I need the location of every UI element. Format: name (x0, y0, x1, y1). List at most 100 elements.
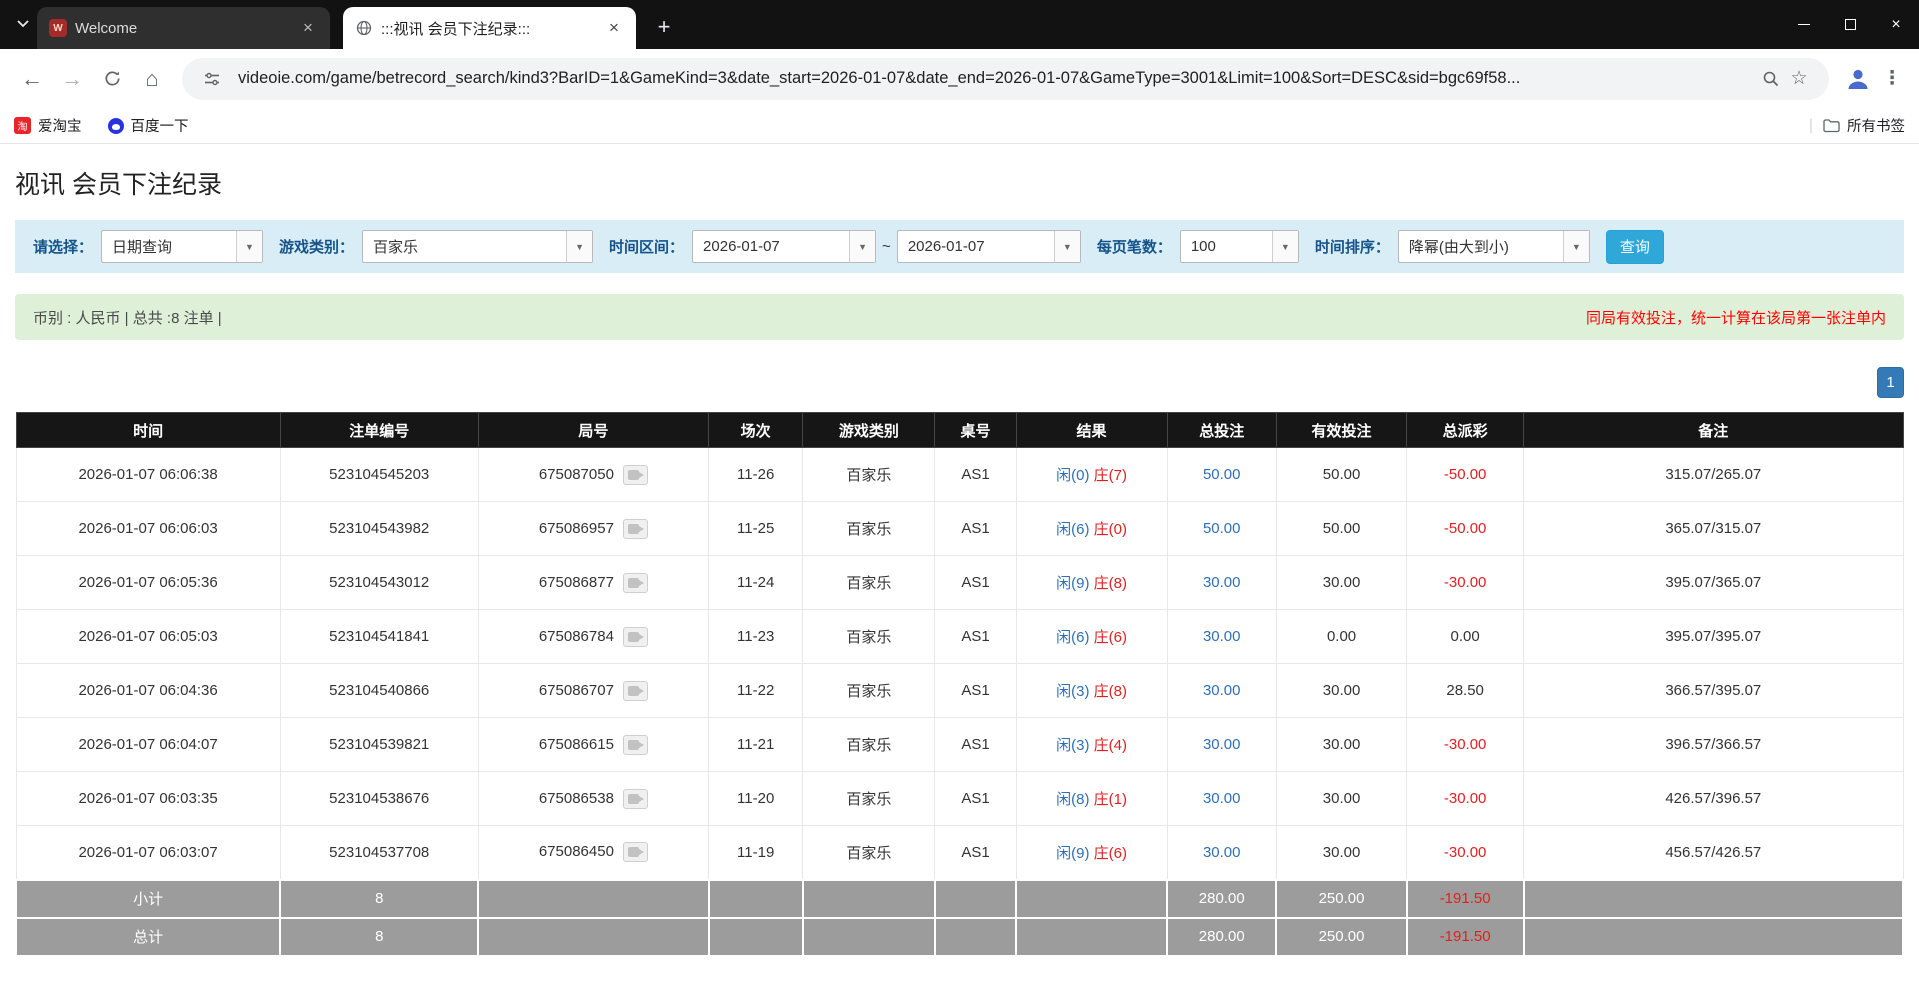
tab-close-icon[interactable]: × (298, 18, 318, 38)
cell-bet-id: 523104539821 (280, 718, 478, 772)
page-1-button[interactable]: 1 (1877, 367, 1904, 398)
video-replay-icon[interactable] (623, 465, 648, 485)
cell-remark: 366.57/395.07 (1524, 664, 1903, 718)
cell-bet-id: 523104538676 (280, 772, 478, 826)
bookmark-aitaobao[interactable]: 淘 爱淘宝 (14, 115, 82, 136)
video-replay-icon[interactable] (623, 842, 648, 862)
cell-payout: -50.00 (1407, 448, 1524, 502)
refresh-button[interactable] (92, 59, 132, 99)
tab-welcome[interactable]: W Welcome × (37, 7, 330, 49)
zoom-icon[interactable] (1757, 70, 1785, 88)
site-info-icon[interactable] (198, 70, 226, 88)
search-button[interactable]: 查询 (1606, 230, 1664, 264)
currency-total-text: 币别 : 人民币 | 总共 :8 注单 | (33, 307, 222, 328)
chevron-down-icon[interactable]: ▼ (849, 231, 875, 262)
profile-avatar-icon[interactable] (1839, 60, 1877, 98)
video-replay-icon[interactable] (623, 627, 648, 647)
browser-menu-icon[interactable]: ⋮ (1877, 67, 1907, 90)
video-replay-icon[interactable] (623, 789, 648, 809)
video-replay-icon[interactable] (623, 519, 648, 539)
cell-total-bet: 30.00 (1167, 772, 1276, 826)
cell-total-bet: 30.00 (1167, 664, 1276, 718)
maximize-button[interactable] (1827, 0, 1873, 49)
filter-bar: 请选择： 日期查询 ▼ 游戏类别： 百家乐 ▼ 时间区间： 2026-01-07… (15, 220, 1904, 273)
new-tab-button[interactable]: + (650, 13, 678, 41)
column-header: 总派彩 (1407, 413, 1524, 448)
column-header: 桌号 (935, 413, 1016, 448)
column-header: 注单编号 (280, 413, 478, 448)
cell-summary-total-bet: 280.00 (1167, 880, 1276, 918)
chevron-down-icon[interactable]: ▼ (1054, 231, 1080, 262)
url-bar[interactable]: videoie.com/game/betrecord_search/kind3?… (182, 58, 1829, 100)
cell-empty (935, 918, 1016, 956)
video-replay-icon[interactable] (623, 573, 648, 593)
cell-remark: 315.07/265.07 (1524, 448, 1903, 502)
cell-valid-bet: 30.00 (1276, 664, 1406, 718)
cell-round-id: 675086538 (478, 772, 708, 826)
date-end-dropdown[interactable]: 2026-01-07 ▼ (897, 230, 1081, 263)
url-text[interactable]: videoie.com/game/betrecord_search/kind3?… (238, 69, 1745, 88)
chevron-down-icon[interactable]: ▼ (1563, 231, 1589, 262)
video-replay-icon[interactable] (623, 735, 648, 755)
cell-game-type: 百家乐 (803, 718, 935, 772)
cell-empty (1524, 918, 1903, 956)
tab-title: Welcome (75, 20, 290, 37)
cell-game-type: 百家乐 (803, 448, 935, 502)
cell-remark: 396.57/366.57 (1524, 718, 1903, 772)
cell-empty (478, 918, 708, 956)
cell-table-no: AS1 (935, 826, 1016, 880)
cell-empty (709, 880, 803, 918)
cell-round-id: 675086450 (478, 826, 708, 880)
home-button[interactable]: ⌂ (132, 59, 172, 99)
tab-close-icon[interactable]: × (604, 18, 624, 38)
chevron-down-icon[interactable]: ▼ (566, 231, 592, 262)
date-start-dropdown[interactable]: 2026-01-07 ▼ (692, 230, 876, 263)
table-row: 2026-01-07 06:04:36523104540866675086707… (16, 664, 1903, 718)
all-bookmarks-button[interactable]: 所有书签 (1823, 115, 1905, 136)
per-page-dropdown[interactable]: 100 ▼ (1180, 230, 1299, 263)
cell-session: 11-20 (709, 772, 803, 826)
cell-round-id: 675086707 (478, 664, 708, 718)
column-header: 有效投注 (1276, 413, 1406, 448)
cell-result: 闲(9) 庄(8) (1016, 556, 1167, 610)
pagination-top: 1 (15, 367, 1904, 398)
page-title: 视讯 会员下注纪录 (15, 170, 1904, 200)
all-bookmarks-label: 所有书签 (1847, 115, 1905, 136)
per-page-value: 100 (1181, 231, 1272, 262)
video-replay-icon[interactable] (623, 681, 648, 701)
tab-search-chevron-icon[interactable] (12, 13, 34, 35)
cell-summary-valid-bet: 250.00 (1276, 880, 1406, 918)
cell-time: 2026-01-07 06:05:36 (16, 556, 280, 610)
cell-valid-bet: 30.00 (1276, 772, 1406, 826)
chevron-down-icon[interactable]: ▼ (1272, 231, 1298, 262)
back-button[interactable]: ← (12, 59, 52, 99)
cell-summary-payout: -191.50 (1407, 880, 1524, 918)
cell-payout: -50.00 (1407, 502, 1524, 556)
chevron-down-icon[interactable]: ▼ (236, 231, 262, 262)
cell-payout: -30.00 (1407, 556, 1524, 610)
table-row: 2026-01-07 06:04:07523104539821675086615… (16, 718, 1903, 772)
forward-button[interactable]: → (52, 59, 92, 99)
browser-titlebar: W Welcome × :::视讯 会员下注纪录::: × + × (0, 0, 1919, 49)
cell-summary-count: 8 (280, 880, 478, 918)
game-type-value: 百家乐 (363, 231, 566, 262)
cell-game-type: 百家乐 (803, 556, 935, 610)
bookmark-baidu[interactable]: 百度一下 (108, 115, 189, 136)
cell-total-bet: 30.00 (1167, 610, 1276, 664)
filter-label-game: 游戏类别： (279, 236, 354, 257)
cell-table-no: AS1 (935, 448, 1016, 502)
column-header: 总投注 (1167, 413, 1276, 448)
summary-info-bar: 币别 : 人民币 | 总共 :8 注单 | 同局有效投注，统一计算在该局第一张注… (15, 294, 1904, 340)
cell-bet-id: 523104541841 (280, 610, 478, 664)
cell-time: 2026-01-07 06:06:03 (16, 502, 280, 556)
bookmark-star-icon[interactable]: ☆ (1785, 67, 1813, 90)
close-button[interactable]: × (1873, 0, 1919, 49)
cell-payout: -30.00 (1407, 718, 1524, 772)
cell-session: 11-25 (709, 502, 803, 556)
sort-order-dropdown[interactable]: 降幂(由大到小) ▼ (1398, 230, 1590, 263)
game-type-dropdown[interactable]: 百家乐 ▼ (362, 230, 593, 263)
minimize-button[interactable] (1781, 0, 1827, 49)
tab-betrecord[interactable]: :::视讯 会员下注纪录::: × (343, 7, 636, 49)
query-type-dropdown[interactable]: 日期查询 ▼ (101, 230, 263, 263)
cell-session: 11-24 (709, 556, 803, 610)
